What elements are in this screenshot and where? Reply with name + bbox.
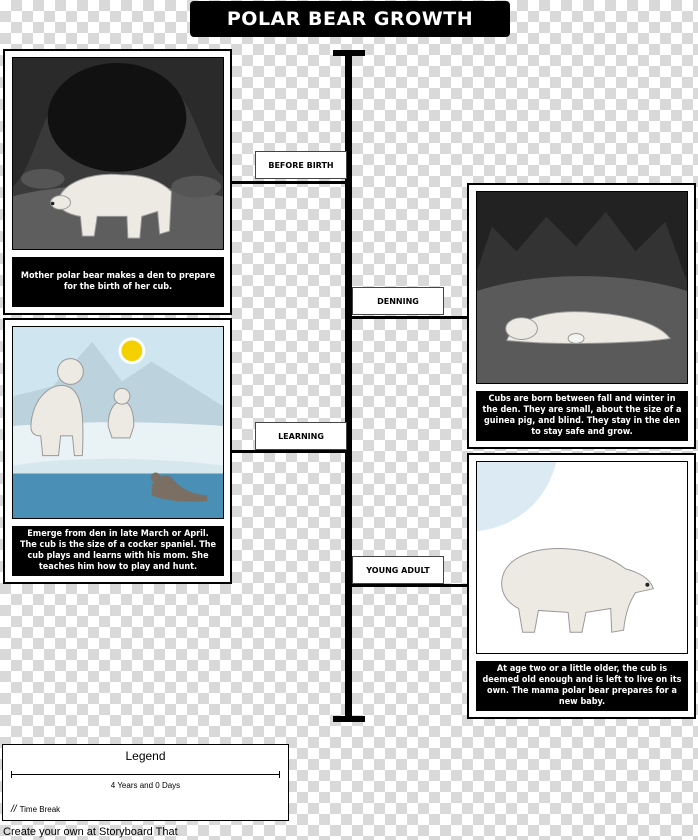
legend-scale-bar [11,771,280,778]
caption-denning: Cubs are born between fall and winter in… [476,391,688,441]
connector-denning [350,316,470,319]
panel-young-adult: At age two or a little older, the cub is… [467,453,696,719]
panel-before-birth: Mother polar bear makes a den to prepare… [3,49,232,315]
label-young-adult: YOUNG ADULT [352,556,444,584]
time-break-label: Time Break [19,805,61,814]
footer-credit[interactable]: Create your own at Storyboard That [3,826,178,838]
page-title: POLAR BEAR GROWTH [190,1,510,37]
panel-learning: Emerge from den in late March or April. … [3,318,232,584]
cave-scene-image [12,57,224,250]
timeline-top-cap [333,50,365,56]
label-learning: LEARNING [255,422,347,450]
label-denning: DENNING [352,287,444,315]
label-before-birth: BEFORE BIRTH [255,151,347,179]
time-break-icon: // [11,804,17,815]
caption-young-adult: At age two or a little older, the cub is… [476,661,688,711]
legend-duration: 4 Years and 0 Days [110,781,181,790]
timeline-bottom-cap [333,716,365,722]
ice-scene-image [12,326,224,519]
den-scene-image [476,191,688,384]
panel-denning: Cubs are born between fall and winter in… [467,183,696,449]
connector-learning [231,450,347,453]
connector-before-birth [231,181,347,184]
legend-box: Legend 4 Years and 0 Days //Time Break [2,744,289,821]
caption-learning: Emerge from den in late March or April. … [12,526,224,576]
connector-young-adult [350,584,470,587]
young-adult-scene-image [476,461,688,654]
legend-time-break: //Time Break [11,804,60,815]
legend-title: Legend [125,749,166,763]
caption-before-birth: Mother polar bear makes a den to prepare… [12,257,224,307]
